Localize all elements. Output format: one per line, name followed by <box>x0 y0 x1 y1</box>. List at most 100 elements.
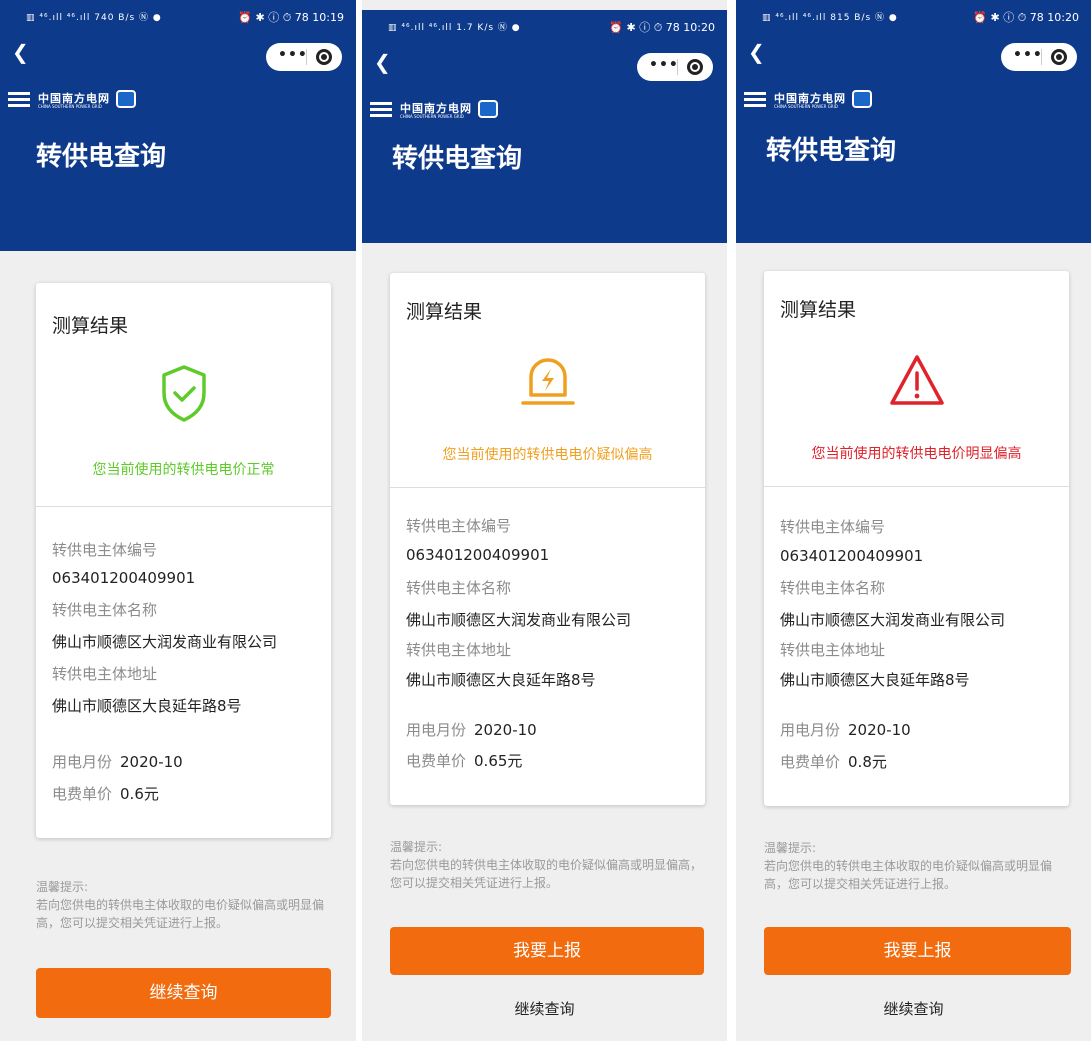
entity-addr-value: 佛山市顺德区大良延年路8号 <box>780 671 970 689</box>
entity-no-label: 转供电主体编号 <box>406 517 512 535</box>
entity-no-value: 063401200409901 <box>780 547 924 565</box>
back-icon[interactable]: ❮ <box>374 50 394 74</box>
capsule-divider <box>677 59 678 75</box>
status-left: ▥ ⁴⁶.ıll ⁴⁶.ıll 815 B/s Ⓝ ● <box>762 13 898 23</box>
month-value: 2020-10 <box>474 721 537 739</box>
warning-triangle-icon <box>889 355 944 405</box>
divider <box>764 486 1069 487</box>
result-text: 您当前使用的转供电电价明显偏高 <box>811 446 1022 462</box>
status-right: ⏰ ✱ ⓘ ⏱ 78 10:19 <box>238 11 344 24</box>
tip: 温馨提示: 若向您供电的转供电主体收取的电价疑似偏高或明显偏高，您可以提交相关凭… <box>390 838 710 892</box>
result-text: 您当前使用的转供电电价正常 <box>92 462 275 478</box>
report-button[interactable]: 我要上报 <box>764 927 1071 975</box>
divider <box>390 487 705 488</box>
entity-name-value: 佛山市顺德区大润发商业有限公司 <box>406 611 632 629</box>
divider <box>36 506 331 507</box>
nav-bar: ❮ ••• <box>362 48 727 82</box>
more-icon[interactable]: ••• <box>278 47 308 63</box>
entity-no-label: 转供电主体编号 <box>780 518 886 536</box>
tip-title: 温馨提示: <box>764 841 817 855</box>
header: ▥ ⁴⁶.ıll ⁴⁶.ıll 1.7 K/s Ⓝ ● ⏰ ✱ ⓘ ⏱ 78 1… <box>362 10 727 243</box>
card-title: 测算结果 <box>780 299 857 321</box>
price-value: 0.65元 <box>474 752 523 770</box>
close-icon[interactable] <box>687 59 703 75</box>
header: ▥ ⁴⁶.ıll ⁴⁶.ıll 815 B/s Ⓝ ● ⏰ ✱ ⓘ ⏱ 78 1… <box>736 0 1091 243</box>
entity-name-label: 转供电主体名称 <box>780 579 886 597</box>
shield-check-icon <box>161 365 206 422</box>
entity-no-value: 063401200409901 <box>406 546 550 564</box>
mini-program-capsule: ••• <box>1001 43 1077 71</box>
price-value: 0.8元 <box>848 753 887 771</box>
status-bar: ▥ ⁴⁶.ıll ⁴⁶.ıll 815 B/s Ⓝ ● ⏰ ✱ ⓘ ⏱ 78 1… <box>736 0 1091 32</box>
brand-name-en: CHINA SOUTHERN POWER GRID <box>400 114 464 119</box>
month-label: 用电月份 <box>52 753 113 771</box>
continue-query-link[interactable]: 继续查询 <box>736 998 1091 1019</box>
mini-program-capsule: ••• <box>637 53 713 81</box>
month-value: 2020-10 <box>120 753 183 771</box>
status-right: ⏰ ✱ ⓘ ⏱ 78 10:20 <box>973 11 1079 24</box>
entity-addr-label: 转供电主体地址 <box>52 665 158 683</box>
grid-logo-icon <box>370 102 392 118</box>
entity-name-value: 佛山市顺德区大润发商业有限公司 <box>52 633 278 651</box>
month-value: 2020-10 <box>848 721 911 739</box>
back-icon[interactable]: ❮ <box>748 40 768 64</box>
result-card: 测算结果 您当前使用的转供电电价正常 转供电主体编号 0634012004099… <box>36 283 331 838</box>
entity-name-label: 转供电主体名称 <box>406 579 512 597</box>
page-title: 转供电查询 <box>392 144 523 174</box>
tip-title: 温馨提示: <box>36 880 89 894</box>
brand-name-en: CHINA SOUTHERN POWER GRID <box>38 104 102 109</box>
page-title: 转供电查询 <box>766 136 897 166</box>
back-icon[interactable]: ❮ <box>12 40 32 64</box>
continue-query-button[interactable]: 继续查询 <box>36 968 331 1018</box>
continue-query-link[interactable]: 继续查询 <box>362 998 727 1019</box>
price-label: 电费单价 <box>780 753 841 771</box>
tip-body: 若向您供电的转供电主体收取的电价疑似偏高或明显偏高，您可以提交相关凭证进行上报。 <box>36 898 325 930</box>
warning-lamp-icon <box>520 358 575 405</box>
entity-no-label: 转供电主体编号 <box>52 541 158 559</box>
tip-body: 若向您供电的转供电主体收取的电价疑似偏高或明显偏高，您可以提交相关凭证进行上报。 <box>764 859 1053 891</box>
capsule-divider <box>1041 49 1042 65</box>
price-row: 电费单价 0.8元 <box>780 751 887 772</box>
month-row: 用电月份 2020-10 <box>780 719 911 740</box>
tip-body: 若向您供电的转供电主体收取的电价疑似偏高或明显偏高，您可以提交相关凭证进行上报。 <box>390 858 703 890</box>
screen-normal: ▥ ⁴⁶.ıll ⁴⁶.ıll 740 B/s Ⓝ ● ⏰ ✱ ⓘ ⏱ 78 1… <box>0 0 356 1041</box>
nav-bar: ❮ ••• <box>736 38 1091 72</box>
entity-name-value: 佛山市顺德区大润发商业有限公司 <box>780 611 1006 629</box>
more-icon[interactable]: ••• <box>1013 47 1043 63</box>
close-icon[interactable] <box>1051 49 1067 65</box>
entity-addr-value: 佛山市顺德区大良延年路8号 <box>52 697 242 715</box>
month-label: 用电月份 <box>780 721 841 739</box>
report-button[interactable]: 我要上报 <box>390 927 704 975</box>
month-row: 用电月份 2020-10 <box>406 719 537 740</box>
status-bar: ▥ ⁴⁶.ıll ⁴⁶.ıll 740 B/s Ⓝ ● ⏰ ✱ ⓘ ⏱ 78 1… <box>0 0 356 32</box>
entity-addr-label: 转供电主体地址 <box>780 641 886 659</box>
nav-bar: ❮ ••• <box>0 38 356 72</box>
result-card: 测算结果 您当前使用的转供电电价明显偏高 转供电主体编号 06340120040… <box>764 271 1069 806</box>
header: ▥ ⁴⁶.ıll ⁴⁶.ıll 740 B/s Ⓝ ● ⏰ ✱ ⓘ ⏱ 78 1… <box>0 0 356 251</box>
badge-icon <box>116 90 136 108</box>
page-title: 转供电查询 <box>36 142 167 172</box>
tip-title: 温馨提示: <box>390 840 443 854</box>
result-card: 测算结果 您当前使用的转供电电价疑似偏高 转供电主体编号 06340120040… <box>390 273 705 805</box>
entity-addr-label: 转供电主体地址 <box>406 641 512 659</box>
result-text: 您当前使用的转供电电价疑似偏高 <box>442 447 653 463</box>
grid-logo-icon <box>744 92 766 108</box>
entity-addr-value: 佛山市顺德区大良延年路8号 <box>406 671 596 689</box>
grid-logo-icon <box>8 92 30 108</box>
status-bar: ▥ ⁴⁶.ıll ⁴⁶.ıll 1.7 K/s Ⓝ ● ⏰ ✱ ⓘ ⏱ 78 1… <box>362 10 727 42</box>
more-icon[interactable]: ••• <box>649 57 679 73</box>
badge-icon <box>478 100 498 118</box>
status-right: ⏰ ✱ ⓘ ⏱ 78 10:20 <box>609 21 715 34</box>
status-left: ▥ ⁴⁶.ıll ⁴⁶.ıll 740 B/s Ⓝ ● <box>26 13 162 23</box>
status-left: ▥ ⁴⁶.ıll ⁴⁶.ıll 1.7 K/s Ⓝ ● <box>388 23 521 33</box>
price-row: 电费单价 0.6元 <box>52 783 159 804</box>
price-label: 电费单价 <box>406 752 467 770</box>
entity-name-label: 转供电主体名称 <box>52 601 158 619</box>
close-icon[interactable] <box>316 49 332 65</box>
tip: 温馨提示: 若向您供电的转供电主体收取的电价疑似偏高或明显偏高，您可以提交相关凭… <box>764 839 1074 893</box>
card-title: 测算结果 <box>52 315 129 337</box>
card-title: 测算结果 <box>406 301 483 323</box>
price-row: 电费单价 0.65元 <box>406 750 522 771</box>
price-label: 电费单价 <box>52 785 113 803</box>
badge-icon <box>852 90 872 108</box>
